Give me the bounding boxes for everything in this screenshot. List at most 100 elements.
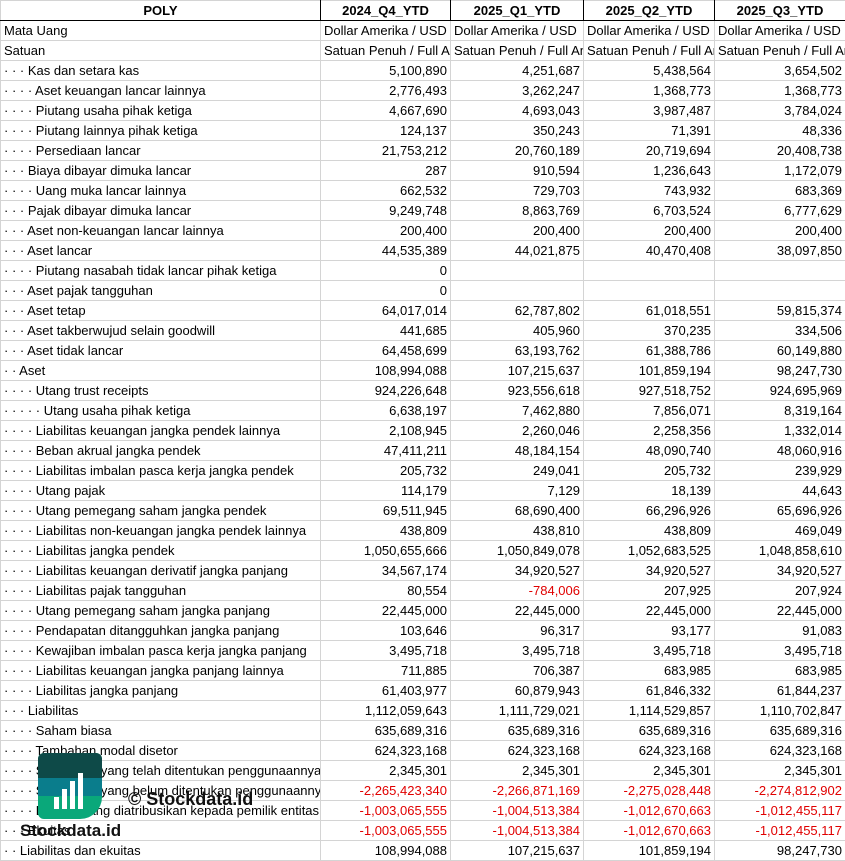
value-cell[interactable]: 98,247,730 [714, 840, 845, 861]
value-cell[interactable]: 38,097,850 [714, 240, 845, 261]
value-cell[interactable]: 65,696,926 [714, 500, 845, 521]
value-cell[interactable] [714, 260, 845, 281]
value-cell[interactable]: 114,179 [320, 480, 451, 501]
row-label[interactable]: · · · · Piutang lainnya pihak ketiga [0, 120, 321, 141]
value-cell[interactable]: 107,215,637 [450, 360, 584, 381]
value-cell[interactable]: 61,018,551 [583, 300, 715, 321]
value-cell[interactable]: 239,929 [714, 460, 845, 481]
value-cell[interactable]: 334,506 [714, 320, 845, 341]
value-cell[interactable]: 924,695,969 [714, 380, 845, 401]
value-cell[interactable]: 3,495,718 [450, 640, 584, 661]
value-cell[interactable]: 61,388,786 [583, 340, 715, 361]
value-cell[interactable]: 924,226,648 [320, 380, 451, 401]
value-cell[interactable]: 200,400 [583, 220, 715, 241]
value-cell[interactable] [450, 260, 584, 281]
value-cell[interactable]: 729,703 [450, 180, 584, 201]
value-cell[interactable]: 0 [320, 260, 451, 281]
value-cell[interactable]: -1,003,065,555 [320, 800, 451, 821]
value-cell[interactable]: 4,251,687 [450, 60, 584, 81]
value-cell[interactable]: 3,495,718 [583, 640, 715, 661]
value-cell[interactable]: 3,987,487 [583, 100, 715, 121]
row-label[interactable]: · · · Aset pajak tangguhan [0, 280, 321, 301]
value-cell[interactable]: 3,495,718 [714, 640, 845, 661]
value-cell[interactable]: 205,732 [320, 460, 451, 481]
meta-cell[interactable]: Dollar Amerika / USD [583, 20, 715, 41]
value-cell[interactable]: -784,006 [450, 580, 584, 601]
meta-cell[interactable]: Satuan Penuh / Full Amount [320, 40, 451, 61]
row-label[interactable]: · · · · Utang pemegang saham jangka panj… [0, 600, 321, 621]
value-cell[interactable]: 1,112,059,643 [320, 700, 451, 721]
value-cell[interactable]: 1,050,849,078 [450, 540, 584, 561]
value-cell[interactable]: 108,994,088 [320, 360, 451, 381]
meta-cell[interactable]: Satuan Penuh / Full Amount [450, 40, 584, 61]
value-cell[interactable]: 6,703,524 [583, 200, 715, 221]
value-cell[interactable]: 2,260,046 [450, 420, 584, 441]
value-cell[interactable]: 1,368,773 [583, 80, 715, 101]
value-cell[interactable]: 910,594 [450, 160, 584, 181]
value-cell[interactable]: 1,111,729,021 [450, 700, 584, 721]
value-cell[interactable]: 200,400 [450, 220, 584, 241]
value-cell[interactable]: 44,643 [714, 480, 845, 501]
value-cell[interactable]: 71,391 [583, 120, 715, 141]
value-cell[interactable]: 20,408,738 [714, 140, 845, 161]
row-label[interactable]: · · · · Persediaan lancar [0, 140, 321, 161]
value-cell[interactable]: 5,438,564 [583, 60, 715, 81]
value-cell[interactable]: 1,172,079 [714, 160, 845, 181]
value-cell[interactable]: 62,787,802 [450, 300, 584, 321]
row-label[interactable]: · · · · Liabilitas keuangan jangka pende… [0, 420, 321, 441]
value-cell[interactable]: 61,844,237 [714, 680, 845, 701]
value-cell[interactable]: 624,323,168 [450, 740, 584, 761]
value-cell[interactable]: -1,003,065,555 [320, 820, 451, 841]
value-cell[interactable]: 2,345,301 [450, 760, 584, 781]
row-label[interactable]: · · · · Liabilitas non-keuangan jangka p… [0, 520, 321, 541]
value-cell[interactable]: 20,760,189 [450, 140, 584, 161]
value-cell[interactable]: 108,994,088 [320, 840, 451, 861]
value-cell[interactable]: 635,689,316 [450, 720, 584, 741]
meta-cell[interactable]: Satuan Penuh / Full Amount [714, 40, 845, 61]
value-cell[interactable]: 2,776,493 [320, 80, 451, 101]
value-cell[interactable]: 1,048,858,610 [714, 540, 845, 561]
row-label[interactable]: · · · · Liabilitas keuangan derivatif ja… [0, 560, 321, 581]
value-cell[interactable]: 69,511,945 [320, 500, 451, 521]
row-label[interactable]: · · · · Liabilitas keuangan jangka panja… [0, 660, 321, 681]
value-cell[interactable]: 48,090,740 [583, 440, 715, 461]
value-cell[interactable]: -1,004,513,384 [450, 820, 584, 841]
value-cell[interactable]: 48,336 [714, 120, 845, 141]
value-cell[interactable]: 3,262,247 [450, 80, 584, 101]
value-cell[interactable]: 18,139 [583, 480, 715, 501]
value-cell[interactable]: 4,693,043 [450, 100, 584, 121]
value-cell[interactable]: 438,810 [450, 520, 584, 541]
value-cell[interactable]: 9,249,748 [320, 200, 451, 221]
value-cell[interactable]: 44,021,875 [450, 240, 584, 261]
row-label[interactable]: · · · Aset tidak lancar [0, 340, 321, 361]
value-cell[interactable]: 469,049 [714, 520, 845, 541]
value-cell[interactable]: 635,689,316 [714, 720, 845, 741]
value-cell[interactable]: 107,215,637 [450, 840, 584, 861]
value-cell[interactable]: 34,920,527 [583, 560, 715, 581]
value-cell[interactable]: 683,985 [714, 660, 845, 681]
value-cell[interactable]: 64,458,699 [320, 340, 451, 361]
value-cell[interactable]: 61,403,977 [320, 680, 451, 701]
row-label[interactable]: · · · · Liabilitas pajak tangguhan [0, 580, 321, 601]
value-cell[interactable]: 124,137 [320, 120, 451, 141]
value-cell[interactable]: 4,667,690 [320, 100, 451, 121]
value-cell[interactable]: 34,567,174 [320, 560, 451, 581]
value-cell[interactable]: 624,323,168 [583, 740, 715, 761]
value-cell[interactable]: 624,323,168 [320, 740, 451, 761]
value-cell[interactable]: 1,368,773 [714, 80, 845, 101]
row-label[interactable]: · · · · Aset keuangan lancar lainnya [0, 80, 321, 101]
value-cell[interactable]: 7,462,880 [450, 400, 584, 421]
value-cell[interactable]: 7,856,071 [583, 400, 715, 421]
meta-cell[interactable]: Satuan Penuh / Full Amount [583, 40, 715, 61]
value-cell[interactable]: 8,863,769 [450, 200, 584, 221]
value-cell[interactable]: 80,554 [320, 580, 451, 601]
value-cell[interactable]: 662,532 [320, 180, 451, 201]
row-label[interactable]: · · · Aset tetap [0, 300, 321, 321]
row-label[interactable]: · · · · Pendapatan ditangguhkan jangka p… [0, 620, 321, 641]
value-cell[interactable]: 44,535,389 [320, 240, 451, 261]
value-cell[interactable]: 205,732 [583, 460, 715, 481]
value-cell[interactable]: 103,646 [320, 620, 451, 641]
value-cell[interactable]: 98,247,730 [714, 360, 845, 381]
value-cell[interactable]: 2,345,301 [714, 760, 845, 781]
value-cell[interactable]: 743,932 [583, 180, 715, 201]
